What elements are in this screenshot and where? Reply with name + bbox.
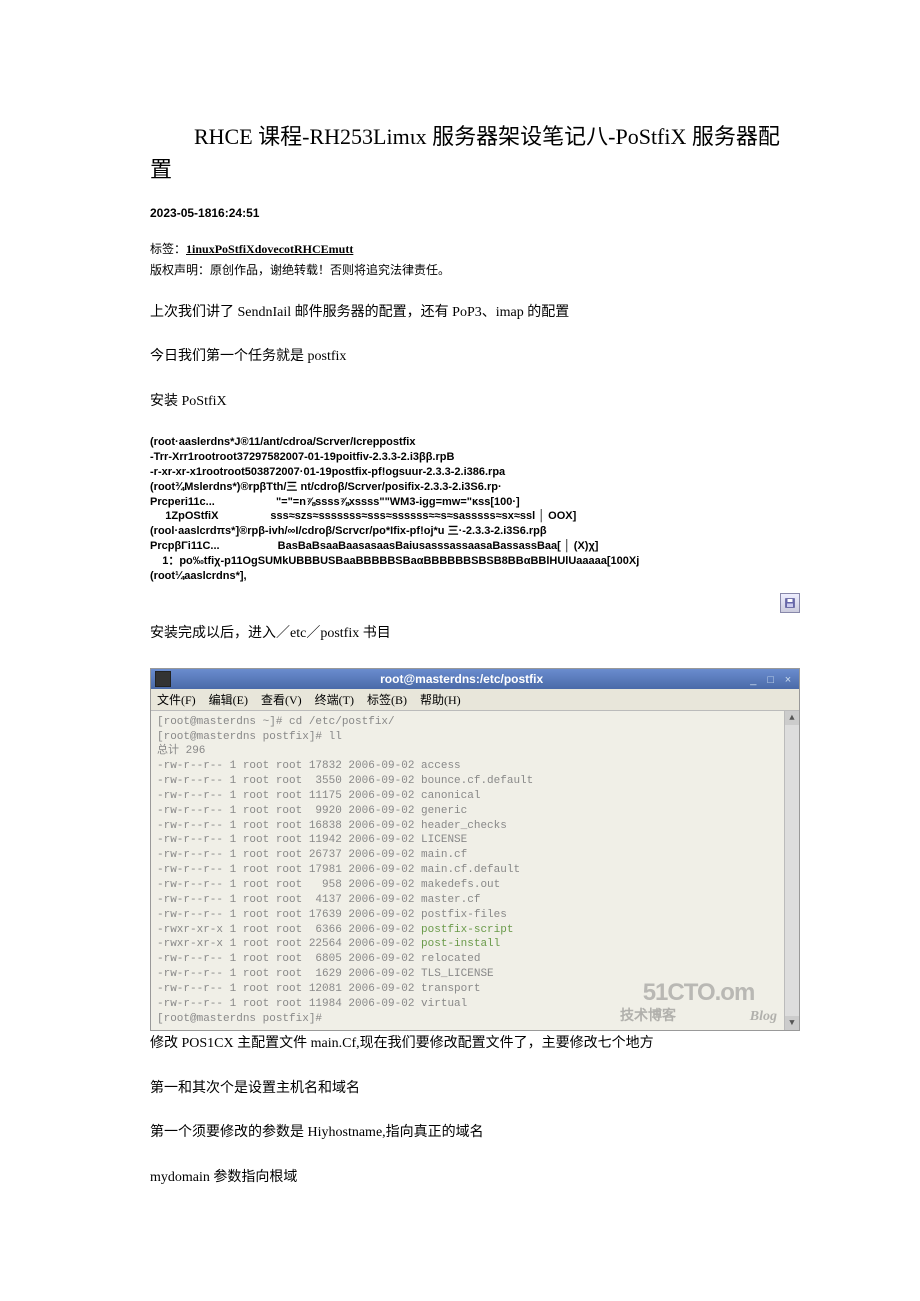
post-date: 2023-05-1816:24:51 xyxy=(150,206,800,220)
paragraph-2: 今日我们第一个任务就是 postfix xyxy=(150,346,800,368)
term-line: -rw-r--r-- 1 root root 17832 2006-09-02 … xyxy=(157,759,793,774)
scrollbar[interactable]: ▲ ▼ xyxy=(784,711,799,1031)
minimize-button[interactable]: _ xyxy=(746,674,760,686)
close-button[interactable]: × xyxy=(781,674,795,686)
install-output-text: (root·aaslerdns*J®11/ant/cdroa/Scrver/Ic… xyxy=(150,436,639,582)
term-line: -rwxr-xr-x 1 root root 22564 2006-09-02 … xyxy=(157,937,793,952)
term-line: -rw-r--r-- 1 root root 11175 2006-09-02 … xyxy=(157,789,793,804)
term-line: [root@masterdns postfix]# ll xyxy=(157,730,793,745)
term-line: -rw-r--r-- 1 root root 6805 2006-09-02 r… xyxy=(157,952,793,967)
page-title: RHCE 课程-RH253Limιx 服务器架设笔记八-PoStfiX 服务器配… xyxy=(150,120,800,186)
save-icon[interactable] xyxy=(780,593,800,613)
install-output: (root·aaslerdns*J®11/ant/cdroa/Scrver/Ic… xyxy=(150,435,800,613)
tags-link[interactable]: 1inuxPoStfiXdovecotRHCEmutt xyxy=(186,242,353,256)
maximize-button[interactable]: □ xyxy=(764,674,778,686)
paragraph-3: 安装 PoStfiX xyxy=(150,391,800,413)
paragraph-1: 上次我们讲了 SendnIail 邮件服务器的配置，还有 PoP3、imap 的… xyxy=(150,302,800,324)
scroll-up-icon[interactable]: ▲ xyxy=(785,711,799,725)
terminal-titlebar[interactable]: root@masterdns:/etc/postfix _ □ × xyxy=(151,669,799,689)
watermark-line2b: Blog xyxy=(750,1008,777,1027)
exec-file: post-install xyxy=(421,938,500,950)
term-line: 总计 296 xyxy=(157,744,793,759)
term-line: -rw-r--r-- 1 root root 16838 2006-09-02 … xyxy=(157,819,793,834)
term-line: -rw-r--r-- 1 root root 958 2006-09-02 ma… xyxy=(157,878,793,893)
paragraph-8: mydomain 参数指向根域 xyxy=(150,1167,800,1189)
term-line: -rw-r--r-- 1 root root 4137 2006-09-02 m… xyxy=(157,893,793,908)
paragraph-7: 第一个须要修改的参数是 Hiyhostname,指向真正的域名 xyxy=(150,1122,800,1144)
menu-tabs[interactable]: 标签(B) xyxy=(367,693,407,707)
terminal-menubar: 文件(F) 编辑(E) 查看(V) 终端(T) 标签(B) 帮助(H) xyxy=(151,689,799,711)
copyright-text: 版权声明：原创作品，谢绝转载！否则将追究法律责任。 xyxy=(150,261,800,278)
tags-label: 标签： xyxy=(150,242,186,256)
tags-row: 标签：1inuxPoStfiXdovecotRHCEmutt xyxy=(150,240,800,257)
term-line: -rw-r--r-- 1 root root 17981 2006-09-02 … xyxy=(157,863,793,878)
scroll-down-icon[interactable]: ▼ xyxy=(785,1016,799,1030)
terminal-window: root@masterdns:/etc/postfix _ □ × 文件(F) … xyxy=(150,668,800,1032)
exec-file: postfix-script xyxy=(421,924,513,936)
paragraph-6: 第一和其次个是设置主机名和域名 xyxy=(150,1078,800,1100)
menu-terminal[interactable]: 终端(T) xyxy=(315,693,354,707)
term-line: -rw-r--r-- 1 root root 3550 2006-09-02 b… xyxy=(157,774,793,789)
menu-help[interactable]: 帮助(H) xyxy=(420,693,461,707)
menu-file[interactable]: 文件(F) xyxy=(157,693,196,707)
term-line: -rwxr-xr-x 1 root root 6366 2006-09-02 p… xyxy=(157,923,793,938)
term-line: -rw-r--r-- 1 root root 17639 2006-09-02 … xyxy=(157,908,793,923)
term-line: [root@masterdns ~]# cd /etc/postfix/ xyxy=(157,715,793,730)
menu-edit[interactable]: 编辑(E) xyxy=(209,693,248,707)
watermark: 51CTO.om 技术博客 Blog xyxy=(616,977,781,1026)
term-line: -rw-r--r-- 1 root root 11942 2006-09-02 … xyxy=(157,833,793,848)
menu-view[interactable]: 查看(V) xyxy=(261,693,302,707)
watermark-line2a: 技术博客 xyxy=(620,1006,676,1025)
term-line: -rw-r--r-- 1 root root 9920 2006-09-02 g… xyxy=(157,804,793,819)
paragraph-4: 安装完成以后，进入／etc／postfix 书目 xyxy=(150,623,800,645)
terminal-content[interactable]: [root@masterdns ~]# cd /etc/postfix/ [ro… xyxy=(151,711,799,1031)
terminal-title: root@masterdns:/etc/postfix xyxy=(177,672,746,686)
terminal-icon xyxy=(155,671,171,687)
paragraph-5: 修改 POS1CX 主配置文件 main.Cf,现在我们要修改配置文件了，主要修… xyxy=(150,1033,800,1055)
term-line: -rw-r--r-- 1 root root 26737 2006-09-02 … xyxy=(157,848,793,863)
